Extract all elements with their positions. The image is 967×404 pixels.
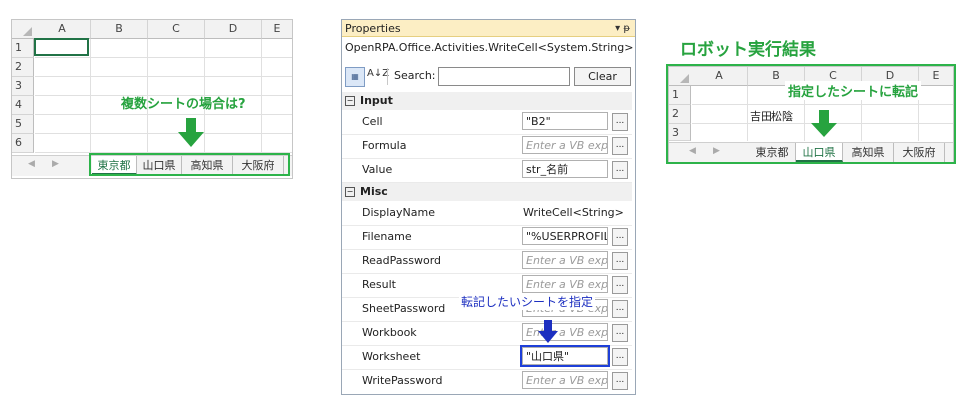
property-row-cell[interactable]: Cell "B2" ... xyxy=(342,110,632,135)
collapse-icon[interactable]: − xyxy=(345,187,355,197)
multi-sheet-callout: 複数シートの場合は? xyxy=(121,97,246,112)
property-name: WritePassword xyxy=(362,374,443,387)
green-down-arrow-icon xyxy=(178,118,204,147)
ellipsis-button[interactable]: ... xyxy=(612,228,628,246)
search-input[interactable] xyxy=(438,67,570,86)
property-name: Cell xyxy=(362,115,383,128)
section-misc-label: Misc xyxy=(360,185,388,198)
excel-sheet-left: A B C D E 1 2 3 4 5 6 複数シートの場合は? ◀ ▶ 東京都… xyxy=(11,19,293,179)
clear-button[interactable]: Clear xyxy=(574,67,631,86)
properties-title: Properties xyxy=(345,22,401,35)
property-value-worksheet[interactable]: "山口県" xyxy=(520,345,610,367)
toolbar-divider xyxy=(387,68,388,85)
column-header-b[interactable]: B xyxy=(91,20,148,39)
property-row-writepassword[interactable]: WritePassword Enter a VB expr ... xyxy=(342,369,632,393)
property-row-filename[interactable]: Filename "%USERPROFIL ... xyxy=(342,225,632,250)
selected-cell-a1[interactable] xyxy=(34,38,89,56)
property-name: Filename xyxy=(362,230,412,243)
property-value-formula[interactable]: Enter a VB expr xyxy=(522,136,608,154)
column-header-c[interactable]: C xyxy=(148,20,205,39)
ellipsis-button[interactable]: ... xyxy=(612,113,628,131)
grid-line xyxy=(261,39,262,154)
categorized-sort-icon[interactable]: ▦ xyxy=(345,67,365,87)
property-name: Formula xyxy=(362,139,407,152)
properties-panel: Properties ▾ ᵽ OpenRPA.Office.Activities… xyxy=(341,19,636,395)
property-row-formula[interactable]: Formula Enter a VB expr ... xyxy=(342,134,632,159)
properties-title-bar: Properties ▾ ᵽ xyxy=(342,20,635,37)
property-value-value[interactable]: str_名前 xyxy=(522,160,608,178)
property-value-workbook[interactable]: Enter a VB expr xyxy=(522,323,608,341)
property-value-writepassword[interactable]: Enter a VB expr xyxy=(522,371,608,389)
ellipsis-button[interactable]: ... xyxy=(612,252,628,270)
property-value-readpassword[interactable]: Enter a VB expr xyxy=(522,251,608,269)
property-name: Workbook xyxy=(362,326,417,339)
ellipsis-button[interactable]: ... xyxy=(612,348,628,366)
result-highlight-box xyxy=(666,64,956,164)
column-header-e[interactable]: E xyxy=(262,20,292,39)
row-header-2[interactable]: 2 xyxy=(12,58,34,77)
pin-icon[interactable]: ▾ ᵽ xyxy=(615,20,630,37)
target-sheet-callout: 転記したいシートを指定 xyxy=(459,293,596,310)
property-value-filename[interactable]: "%USERPROFIL xyxy=(522,227,608,245)
grid-line xyxy=(90,39,91,154)
alphabetical-sort-icon[interactable]: A↓Z xyxy=(367,68,389,79)
search-label: Search: xyxy=(394,69,436,82)
property-row-readpassword[interactable]: ReadPassword Enter a VB expr ... xyxy=(342,249,632,274)
property-name: Value xyxy=(362,163,393,176)
collapse-icon[interactable]: − xyxy=(345,96,355,106)
prev-sheet-icon[interactable]: ◀ xyxy=(28,159,35,169)
property-value-cell[interactable]: "B2" xyxy=(522,112,608,130)
property-name: Worksheet xyxy=(362,350,421,363)
grid-row xyxy=(35,58,292,77)
section-input[interactable]: − Input xyxy=(342,92,632,110)
row-header-5[interactable]: 5 xyxy=(12,115,34,134)
property-row-value[interactable]: Value str_名前 ... xyxy=(342,158,632,183)
row-header-6[interactable]: 6 xyxy=(12,134,34,153)
ellipsis-button[interactable]: ... xyxy=(612,137,628,155)
section-misc[interactable]: − Misc xyxy=(342,183,632,201)
ellipsis-button[interactable]: ... xyxy=(612,276,628,294)
property-name: ReadPassword xyxy=(362,254,442,267)
select-all-corner[interactable] xyxy=(12,20,35,39)
row-header-3[interactable]: 3 xyxy=(12,77,34,96)
property-row-displayname[interactable]: DisplayName WriteCell<String> xyxy=(342,201,632,226)
property-row-worksheet[interactable]: Worksheet "山口県" ... xyxy=(342,345,632,370)
property-name: DisplayName xyxy=(362,206,435,219)
section-input-label: Input xyxy=(360,94,393,107)
property-name: SheetPassword xyxy=(362,302,446,315)
result-title: ロボット実行結果 xyxy=(680,40,816,60)
property-value-result[interactable]: Enter a VB expr xyxy=(522,275,608,293)
row-header-4[interactable]: 4 xyxy=(12,96,34,115)
next-sheet-icon[interactable]: ▶ xyxy=(52,159,59,169)
ellipsis-button[interactable]: ... xyxy=(612,324,628,342)
column-header-a[interactable]: A xyxy=(34,20,91,39)
properties-toolbar: ▦ A↓Z Search: Clear xyxy=(345,66,631,88)
blue-down-arrow-icon xyxy=(538,320,558,343)
row-header-1[interactable]: 1 xyxy=(12,39,34,58)
grid-row xyxy=(35,134,292,153)
activity-class-name: OpenRPA.Office.Activities.WriteCell<Syst… xyxy=(345,41,634,54)
ellipsis-button[interactable]: ... xyxy=(612,300,628,318)
property-row-workbook[interactable]: Workbook Enter a VB expr ... xyxy=(342,321,632,346)
property-value-displayname[interactable]: WriteCell<String> xyxy=(523,201,624,225)
property-name: Result xyxy=(362,278,396,291)
ellipsis-button[interactable]: ... xyxy=(612,161,628,179)
grid-row xyxy=(35,115,292,134)
column-header-d[interactable]: D xyxy=(205,20,262,39)
sheet-tabs-highlight xyxy=(89,153,290,176)
ellipsis-button[interactable]: ... xyxy=(612,372,628,390)
